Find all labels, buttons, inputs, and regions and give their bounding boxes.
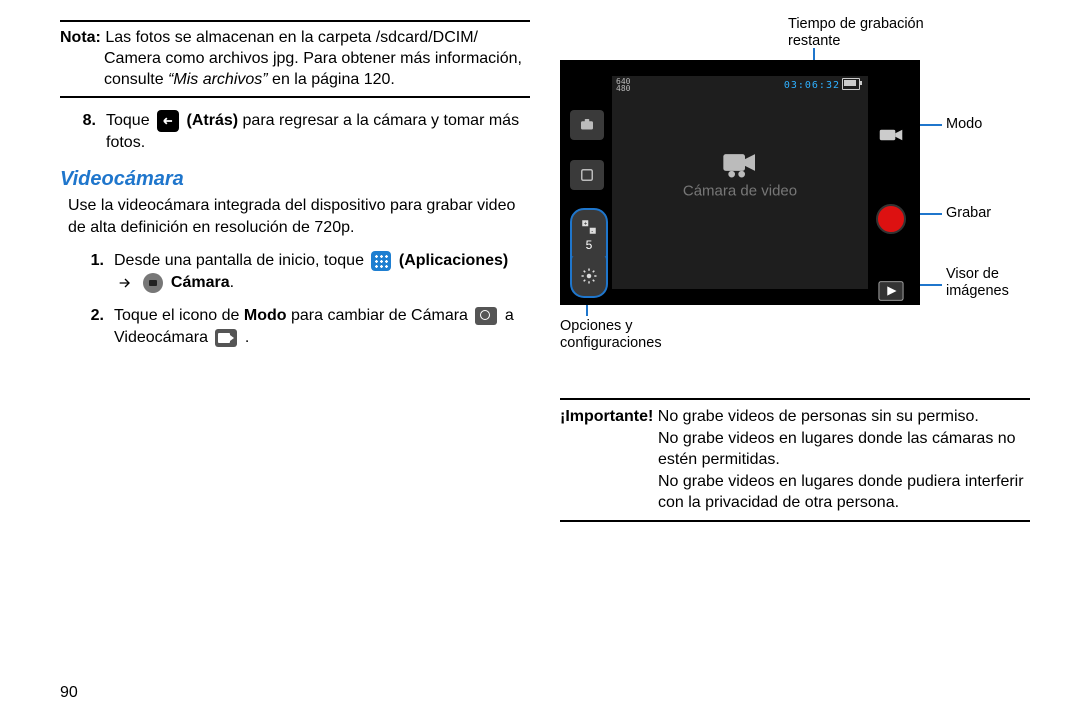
note-block: Nota: Las fotos se almacenan en la carpe… bbox=[60, 28, 530, 90]
note-label: Nota: bbox=[60, 29, 101, 46]
callout-visor-label: Visor de imágenes bbox=[946, 266, 1016, 299]
divider bbox=[60, 20, 530, 22]
record-button[interactable] bbox=[876, 204, 906, 234]
arrow-right-icon bbox=[117, 275, 133, 291]
note-text-3: en la página 120. bbox=[268, 71, 395, 88]
s2-text-e: . bbox=[245, 329, 249, 346]
s2-text-b: para cambiar de Cámara bbox=[287, 307, 473, 324]
camera-mode-icon bbox=[475, 307, 497, 325]
svg-text:-: - bbox=[591, 229, 593, 235]
note-italic: “Mis archivos” bbox=[168, 71, 268, 88]
important-label: ¡Importante! bbox=[560, 408, 653, 425]
record-dot-icon bbox=[876, 204, 906, 234]
viewfinder: Cámara de video bbox=[612, 76, 868, 289]
svg-text:+: + bbox=[584, 222, 588, 228]
camcorder-center-icon bbox=[720, 148, 760, 183]
s2-text-a: Toque el icono de bbox=[114, 307, 244, 324]
s1-period: . bbox=[230, 274, 234, 291]
divider bbox=[560, 520, 1030, 522]
flash-button[interactable] bbox=[570, 160, 604, 190]
viewfinder-caption: Cámara de video bbox=[612, 183, 868, 200]
step-number: 8. bbox=[60, 110, 106, 154]
callout-grabar-label: Grabar bbox=[946, 205, 991, 222]
step-number: 2. bbox=[68, 305, 114, 348]
switch-camera-button[interactable] bbox=[570, 110, 604, 140]
device-screen: Cámara de video 640 480 03:06:32 bbox=[560, 60, 920, 305]
important-block: ¡Importante! No grabe videos de personas… bbox=[560, 406, 1030, 514]
callout-options-label: Opciones y configuraciones bbox=[560, 318, 700, 351]
s1-camara-bold: Cámara bbox=[171, 274, 230, 291]
s2-text-c: a bbox=[505, 307, 514, 324]
back-icon bbox=[157, 110, 179, 132]
step-2: 2. Toque el icono de Modo para cambiar d… bbox=[68, 305, 530, 348]
important-line3: No grabe videos en lugares donde pudiera… bbox=[560, 471, 1030, 514]
step8-text-a: Toque bbox=[106, 113, 154, 130]
step8-back-bold: (Atrás) bbox=[187, 113, 239, 130]
step-8: 8. Toque (Atrás) para regresar a la cáma… bbox=[60, 110, 530, 154]
step-1: 1. Desde una pantalla de inicio, toque (… bbox=[68, 250, 530, 293]
step8-text-d: fotos. bbox=[106, 134, 145, 151]
step8-text-c: para regresar a la cámara y tomar más bbox=[243, 113, 520, 130]
exposure-value: 5 bbox=[586, 238, 593, 252]
page-number: 90 bbox=[60, 684, 78, 702]
section-intro: Use la videocámara integrada del disposi… bbox=[68, 195, 530, 238]
exposure-button[interactable]: +- 5 bbox=[570, 208, 608, 260]
divider bbox=[560, 398, 1030, 400]
s2-modo-bold: Modo bbox=[244, 307, 287, 324]
camera-app-icon bbox=[143, 273, 163, 293]
settings-button[interactable] bbox=[570, 256, 608, 298]
s1-text-a: Desde una pantalla de inicio, toque bbox=[114, 252, 368, 269]
callout-time-label: Tiempo de grabación restante bbox=[788, 16, 938, 49]
section-title: Videocámara bbox=[60, 168, 530, 191]
s2-text-d: Videocámara bbox=[114, 329, 212, 346]
step-number: 1. bbox=[68, 250, 114, 293]
resolution-badge: 640 480 bbox=[616, 78, 630, 92]
image-viewer-button[interactable] bbox=[876, 276, 906, 306]
apps-icon bbox=[371, 251, 391, 271]
s1-apps-bold: (Aplicaciones) bbox=[399, 252, 508, 269]
important-line2: No grabe videos en lugares donde las cám… bbox=[560, 428, 1030, 471]
recording-time-remaining: 03:06:32 bbox=[784, 80, 840, 91]
callout-modo-label: Modo bbox=[946, 116, 982, 133]
divider bbox=[60, 96, 530, 98]
battery-icon bbox=[842, 78, 860, 90]
res-line2: 480 bbox=[616, 85, 630, 92]
note-text-1: Las fotos se almacenan en la carpeta /sd… bbox=[101, 29, 478, 46]
camera-figure: Tiempo de grabación restante Modo Grabar… bbox=[560, 20, 1030, 340]
mode-toggle-button[interactable] bbox=[876, 120, 906, 150]
camcorder-mode-icon bbox=[215, 329, 237, 347]
important-line1: No grabe videos de personas sin su permi… bbox=[653, 408, 979, 425]
